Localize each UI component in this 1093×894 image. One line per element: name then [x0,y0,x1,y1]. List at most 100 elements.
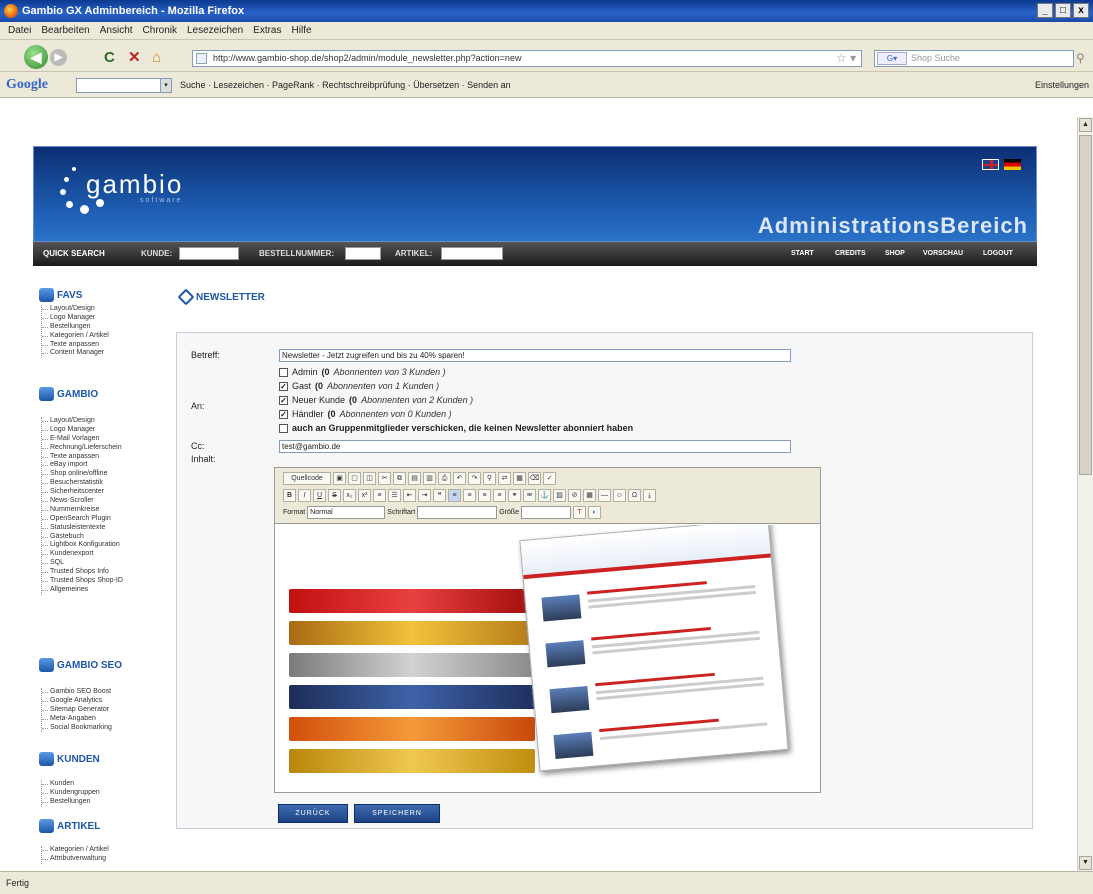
flash-icon[interactable]: ⊘ [568,489,581,502]
sidebar-item[interactable]: eBay import [42,461,123,470]
select-all-icon[interactable]: ▦ [513,472,526,485]
checkbox[interactable] [279,423,288,433]
sidebar-item[interactable]: Nummernkreise [42,506,123,515]
sidebar-item[interactable]: Sitemap Generator [42,706,112,715]
sidebar-section-gambio[interactable]: GAMBIO [39,387,98,401]
sidebar-item[interactable]: OpenSearch Plugin [42,515,123,524]
subscript-icon[interactable]: x₂ [343,489,356,502]
sidebar-item[interactable]: Kundenexport [42,550,123,559]
close-button[interactable]: x [1073,3,1089,18]
stop-icon[interactable]: ✕ [128,50,141,65]
sidebar-section-kunden[interactable]: KUNDEN [39,752,100,766]
italic-icon[interactable]: I [298,489,311,502]
horizontal-rule-icon[interactable]: ― [598,489,611,502]
rich-text-editor[interactable]: Quellcode ▣ ▢ ◫ ✂ ⧉ ▤ ▥ ⎙ ↶ ↷ ⚲ ⇄ ▦ ⌫ ✓ … [274,467,821,793]
sidebar-item[interactable]: Logo Manager [42,426,123,435]
source-button[interactable]: Quellcode [283,472,331,485]
ordered-list-icon[interactable]: ≡ [373,489,386,502]
align-center-icon[interactable]: ≡ [463,489,476,502]
sidebar-item[interactable]: Bestellungen [42,798,100,807]
copy-icon[interactable]: ⧉ [393,472,406,485]
sidebar-item[interactable]: Attributverwaltung [42,855,109,864]
new-page-icon[interactable]: ▢ [348,472,361,485]
sidebar-item[interactable]: Lightbox Konfiguration [42,541,123,550]
menu-chronik[interactable]: Chronik [143,22,177,39]
google-search-input[interactable] [76,78,168,93]
sidebar-item[interactable]: Meta-Angaben [42,715,112,724]
special-char-icon[interactable]: Ω [628,489,641,502]
sidebar-item[interactable]: Texte anpassen [42,453,123,462]
sidebar-item[interactable]: Trusted Shops Shop-ID [42,577,123,586]
sidebar-section-favs[interactable]: FAVS [39,288,82,302]
font-select[interactable] [417,506,498,519]
sidebar-item[interactable]: Statusleistentexte [42,524,123,533]
sidebar-item[interactable]: Kunden [42,780,100,789]
sidebar-item[interactable]: Kategorien / Artikel [42,846,109,855]
sidebar-item[interactable]: Texte anpassen [42,341,109,350]
kunde-search-input[interactable] [179,247,239,260]
menu-hilfe[interactable]: Hilfe [292,22,312,39]
nav-start[interactable]: START [791,242,814,266]
back-button[interactable]: ◀ [24,45,48,69]
checkbox[interactable]: ✓ [279,409,288,419]
sidebar-item[interactable]: News-Scroller [42,497,123,506]
sidebar-item[interactable]: Kategorien / Artikel [42,332,109,341]
sidebar-item[interactable]: Allgemeines [42,586,123,595]
spellcheck-icon[interactable]: ✓ [543,472,556,485]
sidebar-item[interactable]: Gambio SEO Boost [42,688,112,697]
betreff-input[interactable]: Newsletter - Jetzt zugreifen und bis zu … [279,349,791,362]
sidebar-item[interactable]: Google Analytics [42,697,112,706]
sidebar-item[interactable]: Layout/Design [42,417,123,426]
save-button[interactable]: SPEICHERN [354,804,440,823]
group-option[interactable]: auch an Gruppenmitglieder verschicken, d… [279,423,633,433]
image-icon[interactable]: ▨ [553,489,566,502]
print-icon[interactable]: ⎙ [438,472,451,485]
sidebar-item[interactable]: Sicherheitscenter [42,488,123,497]
minimize-button[interactable]: _ [1037,3,1053,18]
align-left-icon[interactable]: ≡ [448,489,461,502]
paste-text-icon[interactable]: ▥ [423,472,436,485]
scroll-up-icon[interactable]: ▲ [1079,118,1092,132]
sidebar-item[interactable]: Logo Manager [42,314,109,323]
bg-color-icon[interactable]: ◐ [588,506,602,519]
sidebar-item[interactable]: Trusted Shops Info [42,568,123,577]
redo-icon[interactable]: ↷ [468,472,481,485]
cut-icon[interactable]: ✂ [378,472,391,485]
sidebar-item[interactable]: Bestellungen [42,323,109,332]
search-icon[interactable]: ⚲ [1076,51,1085,65]
sidebar-item[interactable]: Gästebuch [42,533,123,542]
search-engine-icon[interactable]: G▾ [877,52,907,65]
nav-logout[interactable]: LOGOUT [983,242,1013,266]
sidebar-item[interactable]: Rechnung/Lieferschein [42,444,123,453]
strikethrough-icon[interactable]: S [328,489,341,502]
replace-icon[interactable]: ⇄ [498,472,511,485]
smiley-icon[interactable]: ☺ [613,489,626,502]
checkbox[interactable] [279,367,288,377]
menu-bearbeiten[interactable]: Bearbeiten [41,22,89,39]
sidebar-item[interactable]: Content Manager [42,349,109,358]
format-select[interactable]: Normal [307,506,386,519]
align-right-icon[interactable]: ≡ [478,489,491,502]
find-icon[interactable]: ⚲ [483,472,496,485]
back-button-form[interactable]: ZURÜCK [278,804,348,823]
google-toolbar-items[interactable]: Suche · Lesezeichen · PageRank · Rechtsc… [180,72,511,98]
recipient-admin[interactable]: Admin (0 Abonnenten von 3 Kunden ) [279,367,446,377]
sidebar-item[interactable]: Shop online/offline [42,470,123,479]
bookmark-star-icon[interactable]: ☆ ▾ [836,51,856,65]
page-break-icon[interactable]: ⤓ [643,489,656,502]
chevron-down-icon[interactable]: ▾ [160,78,172,93]
link-icon[interactable]: ⚭ [508,489,521,502]
unlink-icon[interactable]: ⚮ [523,489,536,502]
checkbox[interactable]: ✓ [279,381,288,391]
sidebar-item[interactable]: Social Bookmarking [42,724,112,733]
menu-ansicht[interactable]: Ansicht [100,22,133,39]
underline-icon[interactable]: U [313,489,326,502]
recipient-neuer-kunde[interactable]: ✓ Neuer Kunde (0 Abonnenten von 2 Kunden ) [279,395,473,405]
vertical-scrollbar[interactable]: ▲ ▼ [1077,117,1093,871]
bold-icon[interactable]: B [283,489,296,502]
recipient-haendler[interactable]: ✓ Händler (0 Abonnenten von 0 Kunden ) [279,409,452,419]
sidebar-section-artikel[interactable]: ARTIKEL [39,819,100,833]
text-color-icon[interactable]: T [573,506,587,519]
nav-vorschau[interactable]: VORSCHAU [923,242,963,266]
cc-input[interactable]: test@gambio.de [279,440,791,453]
